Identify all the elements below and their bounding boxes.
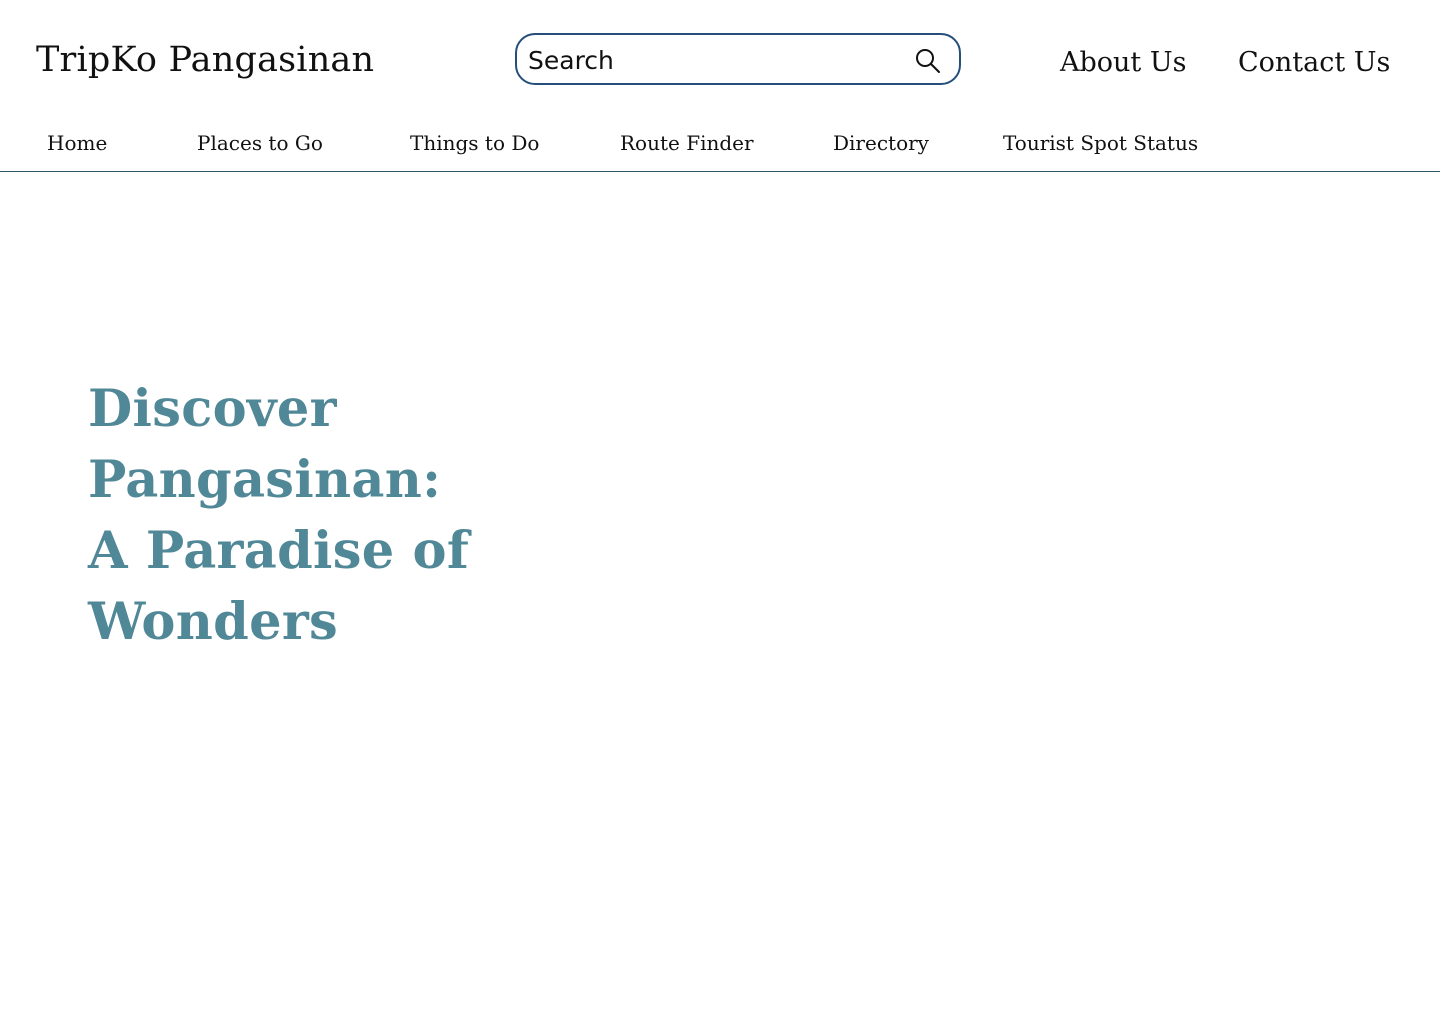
main-navigation: Home Places to Go Things to Do Route Fin… bbox=[0, 126, 1440, 172]
nav-home[interactable]: Home bbox=[47, 130, 107, 156]
search-box[interactable] bbox=[515, 33, 961, 85]
hero-title-line: Wonders bbox=[88, 592, 339, 652]
about-us-link[interactable]: About Us bbox=[1060, 43, 1186, 83]
hero-title: Discover Pangasinan: A Paradise of Wonde… bbox=[88, 374, 508, 658]
nav-tourist-spot-status[interactable]: Tourist Spot Status bbox=[1003, 130, 1198, 156]
nav-route-finder[interactable]: Route Finder bbox=[620, 130, 754, 156]
nav-things-to-do[interactable]: Things to Do bbox=[410, 130, 539, 156]
hero-title-line: A Paradise of bbox=[88, 521, 470, 581]
site-header: TripKo Pangasinan About Us Contact Us bbox=[0, 0, 1440, 120]
nav-places-to-go[interactable]: Places to Go bbox=[197, 130, 323, 156]
search-icon[interactable] bbox=[914, 47, 944, 77]
hero-title-line: Discover bbox=[88, 379, 337, 439]
nav-directory[interactable]: Directory bbox=[833, 130, 929, 156]
hero-title-line: Pangasinan: bbox=[88, 450, 442, 510]
site-brand[interactable]: TripKo Pangasinan bbox=[36, 38, 374, 82]
search-input[interactable] bbox=[528, 45, 888, 75]
contact-us-link[interactable]: Contact Us bbox=[1238, 43, 1390, 83]
